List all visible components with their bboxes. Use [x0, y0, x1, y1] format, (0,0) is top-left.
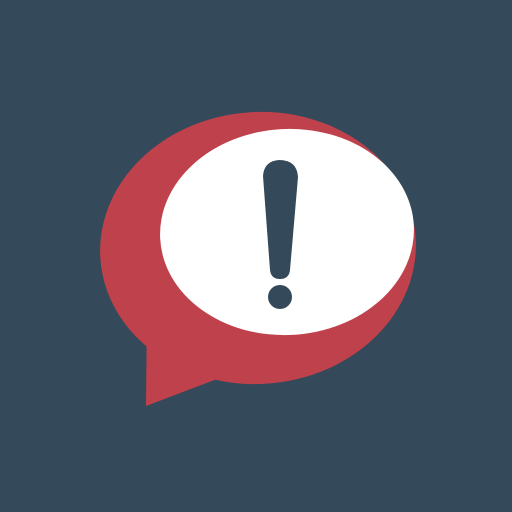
alert-speech-bubble-icon	[0, 0, 512, 512]
exclamation-dot	[268, 285, 292, 309]
app-icon	[0, 0, 512, 512]
